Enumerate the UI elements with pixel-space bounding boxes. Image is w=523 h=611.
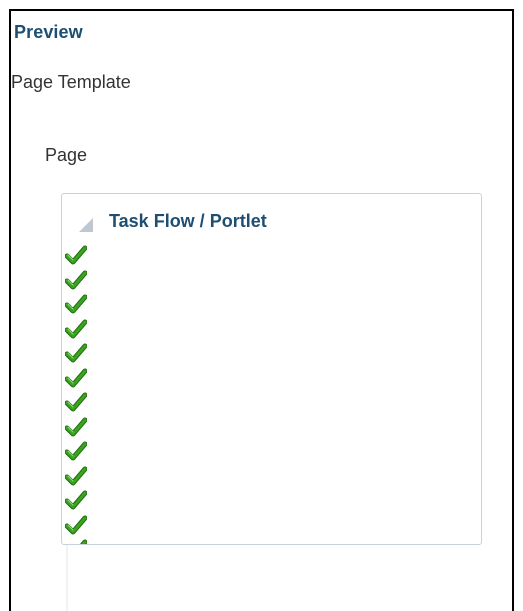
green-checkmark-icon [65, 293, 87, 318]
green-checkmark-icon [65, 538, 87, 544]
checkmark-list [65, 244, 89, 544]
column-divider [66, 545, 68, 611]
green-checkmark-icon [65, 440, 87, 465]
green-checkmark-icon [65, 489, 87, 514]
green-checkmark-icon [65, 391, 87, 416]
page-template-label: Page Template [11, 72, 131, 92]
green-checkmark-icon [65, 514, 87, 539]
green-checkmark-icon [65, 465, 87, 490]
preview-title: Preview [14, 22, 83, 42]
task-flow-portlet-panel: Task Flow / Portlet [61, 193, 482, 545]
green-checkmark-icon [65, 342, 87, 367]
green-checkmark-icon [65, 367, 87, 392]
green-checkmark-icon [65, 244, 87, 269]
panel-header: Task Flow / Portlet [62, 194, 481, 238]
green-checkmark-icon [65, 416, 87, 441]
page-label: Page [45, 145, 88, 165]
collapse-triangle-icon[interactable] [79, 218, 93, 232]
panel-title: Task Flow / Portlet [109, 211, 267, 231]
green-checkmark-icon [65, 269, 87, 294]
green-checkmark-icon [65, 318, 87, 343]
